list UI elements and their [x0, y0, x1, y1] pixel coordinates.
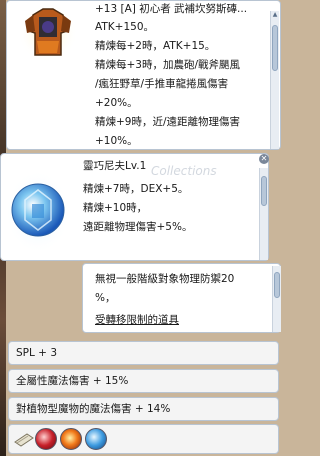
card-info-window: Collections 靈巧尼夫Lv.1 ✕ 精煉+7時，DEX+5。 精煉+1…	[0, 153, 269, 261]
card-desc-line-1: 精煉+7時，DEX+5。	[83, 183, 189, 195]
blue-crystal-icon[interactable]	[85, 428, 107, 450]
item-info-window: +13 [A] 初心者 武補坎努斯磚... ATK+150。 精煉每+2時，AT…	[6, 0, 281, 150]
item-title: +13 [A] 初心者 武補坎努斯磚...	[95, 3, 248, 15]
item-desc-line-4: /瘋狂野草/手推車龍捲風傷害	[95, 78, 229, 90]
close-icon[interactable]: ✕	[259, 154, 269, 164]
item-desc-line-6: 精煉+9時，近/遠距離物理傷害	[95, 116, 241, 128]
item-scrollbar[interactable]: ▲	[270, 11, 279, 149]
trade-restriction-link[interactable]: 受轉移限制的道具	[95, 312, 179, 328]
card-desc-line-3: 遠距離物理傷害+5%。	[83, 221, 193, 233]
item-desc-line-5: +20%。	[95, 97, 138, 109]
option-text: SPL + 3	[16, 347, 58, 359]
blue-gem-card-image	[5, 164, 71, 254]
red-orb-icon[interactable]	[35, 428, 57, 450]
slot-icon-bar	[8, 424, 279, 454]
item-desc-line-7: +10%。	[95, 135, 138, 147]
option-row: 全屬性魔法傷害 + 15%	[8, 369, 279, 393]
card-title: 靈巧尼夫Lv.1	[83, 160, 147, 172]
card-scrollbar[interactable]	[259, 168, 268, 260]
fire-orb-icon[interactable]	[60, 428, 82, 450]
item-scroll-thumb[interactable]	[272, 25, 278, 71]
option-text: 對植物型魔物的魔法傷害 + 14%	[16, 403, 171, 415]
armor-image	[17, 3, 79, 65]
description-window: 無視一般階級對象物理防禦20 %， 受轉移限制的道具	[82, 263, 281, 333]
item-desc-line-2: 精煉每+2時，ATK+15。	[95, 40, 216, 52]
scroll-up-icon[interactable]: ▲	[271, 11, 279, 19]
card-scroll-thumb[interactable]	[261, 176, 267, 206]
scroll-icon[interactable]	[13, 430, 35, 450]
desc-line-1: 無視一般階級對象物理防禦20	[95, 273, 235, 285]
item-desc-line-3: 精煉每+3時，加農砲/戰斧颶風	[95, 59, 241, 71]
option-text: 全屬性魔法傷害 + 15%	[16, 375, 129, 387]
card-watermark: Collections	[151, 164, 217, 178]
desc-line-2: %，	[95, 292, 116, 304]
option-row: SPL + 3	[8, 341, 279, 365]
item-desc-line-1: ATK+150。	[95, 21, 155, 33]
desc-scroll-thumb[interactable]	[274, 272, 280, 298]
desc-scrollbar[interactable]	[272, 266, 281, 332]
option-row: 對植物型魔物的魔法傷害 + 14%	[8, 397, 279, 421]
card-desc-line-2: 精煉+10時，	[83, 202, 148, 214]
